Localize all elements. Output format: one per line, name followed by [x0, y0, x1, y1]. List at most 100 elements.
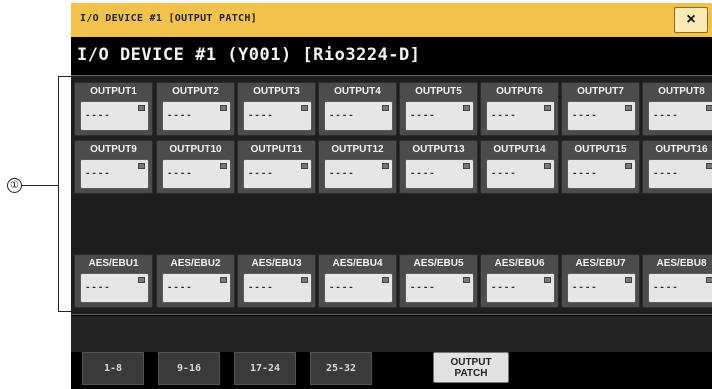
patch-value: ---- — [329, 283, 355, 293]
patch-value: ---- — [491, 111, 517, 121]
popup-icon — [138, 277, 145, 283]
patch-value: ---- — [167, 169, 193, 179]
patch-value: ---- — [329, 169, 355, 179]
port-output4: OUTPUT4 ---- — [318, 82, 397, 136]
popup-icon — [301, 105, 308, 111]
patch-value: ---- — [491, 169, 517, 179]
port-output9: OUTPUT9 ---- — [74, 140, 153, 194]
close-icon: × — [686, 11, 696, 28]
port-patch-button[interactable]: ---- — [80, 159, 149, 189]
patch-value: ---- — [410, 283, 436, 293]
port-patch-button[interactable]: ---- — [648, 159, 712, 189]
port-aes-ebu5: AES/EBU5 ---- — [399, 254, 478, 308]
popup-icon — [138, 163, 145, 169]
port-aes-ebu8: AES/EBU8 ---- — [642, 254, 712, 308]
patch-value: ---- — [491, 283, 517, 293]
patch-value: ---- — [167, 283, 193, 293]
port-label: OUTPUT10 — [169, 144, 222, 155]
callout-leader-line — [22, 185, 58, 186]
port-output8: OUTPUT8 ---- — [642, 82, 712, 136]
output-patch-button[interactable]: OUTPUT PATCH — [433, 352, 509, 383]
close-button[interactable]: × — [674, 7, 708, 33]
popup-icon — [138, 105, 145, 111]
device-header: I/O DEVICE #1 (Y001) [Rio3224-D] — [71, 37, 712, 75]
port-label: AES/EBU3 — [251, 258, 302, 269]
port-patch-button[interactable]: ---- — [486, 273, 555, 303]
port-patch-button[interactable]: ---- — [162, 159, 231, 189]
popup-icon — [382, 163, 389, 169]
port-patch-button[interactable]: ---- — [80, 273, 149, 303]
port-label: AES/EBU2 — [170, 258, 221, 269]
popup-icon — [463, 105, 470, 111]
port-patch-button[interactable]: ---- — [486, 101, 555, 131]
port-patch-button[interactable]: ---- — [243, 273, 312, 303]
tab-1-8[interactable]: 1-8 — [82, 352, 144, 385]
port-output12: OUTPUT12 ---- — [318, 140, 397, 194]
patch-value: ---- — [653, 111, 679, 121]
port-patch-button[interactable]: ---- — [648, 101, 712, 131]
port-patch-button[interactable]: ---- — [324, 273, 393, 303]
device-title: I/O DEVICE #1 (Y001) [Rio3224-D] — [77, 45, 421, 65]
port-output10: OUTPUT10 ---- — [156, 140, 235, 194]
port-patch-button[interactable]: ---- — [648, 273, 712, 303]
port-label: AES/EBU8 — [656, 258, 707, 269]
port-patch-button[interactable]: ---- — [162, 101, 231, 131]
popup-icon — [625, 277, 632, 283]
port-patch-button[interactable]: ---- — [243, 101, 312, 131]
popup-icon — [544, 277, 551, 283]
patch-value: ---- — [248, 169, 274, 179]
patch-value: ---- — [572, 283, 598, 293]
port-label: OUTPUT13 — [412, 144, 465, 155]
port-label: AES/EBU5 — [413, 258, 464, 269]
patch-value: ---- — [410, 169, 436, 179]
port-patch-button[interactable]: ---- — [162, 273, 231, 303]
port-patch-button[interactable]: ---- — [243, 159, 312, 189]
port-label: OUTPUT6 — [496, 86, 543, 97]
popup-icon — [625, 163, 632, 169]
port-label: OUTPUT9 — [90, 144, 137, 155]
port-patch-button[interactable]: ---- — [567, 101, 636, 131]
popup-icon — [706, 105, 712, 111]
port-aes-ebu3: AES/EBU3 ---- — [237, 254, 316, 308]
patch-value: ---- — [572, 169, 598, 179]
port-patch-button[interactable]: ---- — [567, 159, 636, 189]
patch-value: ---- — [248, 283, 274, 293]
port-aes-ebu1: AES/EBU1 ---- — [74, 254, 153, 308]
tab-9-16[interactable]: 9-16 — [158, 352, 220, 385]
port-output3: OUTPUT3 ---- — [237, 82, 316, 136]
port-output5: OUTPUT5 ---- — [399, 82, 478, 136]
port-label: OUTPUT14 — [493, 144, 546, 155]
popup-icon — [220, 163, 227, 169]
popup-icon — [463, 277, 470, 283]
patch-value: ---- — [653, 283, 679, 293]
port-patch-button[interactable]: ---- — [324, 101, 393, 131]
popup-icon — [301, 163, 308, 169]
title-bar: I/O DEVICE #1 [OUTPUT PATCH] × — [71, 3, 712, 37]
patch-value: ---- — [329, 111, 355, 121]
port-label: AES/EBU4 — [332, 258, 383, 269]
popup-icon — [220, 105, 227, 111]
popup-icon — [706, 163, 712, 169]
port-patch-button[interactable]: ---- — [486, 159, 555, 189]
port-patch-button[interactable]: ---- — [405, 101, 474, 131]
tab-17-24[interactable]: 17-24 — [234, 352, 296, 385]
port-label: OUTPUT4 — [334, 86, 381, 97]
popup-icon — [625, 105, 632, 111]
port-aes-ebu7: AES/EBU7 ---- — [561, 254, 640, 308]
port-label: OUTPUT2 — [172, 86, 219, 97]
patch-value: ---- — [572, 111, 598, 121]
popup-icon — [220, 277, 227, 283]
patch-value: ---- — [248, 111, 274, 121]
tab-25-32[interactable]: 25-32 — [310, 352, 372, 385]
port-label: OUTPUT16 — [655, 144, 708, 155]
bottom-strip — [71, 316, 712, 352]
popup-icon — [544, 163, 551, 169]
port-output14: OUTPUT14 ---- — [480, 140, 559, 194]
port-patch-button[interactable]: ---- — [80, 101, 149, 131]
port-patch-button[interactable]: ---- — [405, 273, 474, 303]
patch-value: ---- — [85, 111, 111, 121]
callout-bracket — [58, 76, 71, 312]
port-patch-button[interactable]: ---- — [567, 273, 636, 303]
port-patch-button[interactable]: ---- — [324, 159, 393, 189]
port-patch-button[interactable]: ---- — [405, 159, 474, 189]
